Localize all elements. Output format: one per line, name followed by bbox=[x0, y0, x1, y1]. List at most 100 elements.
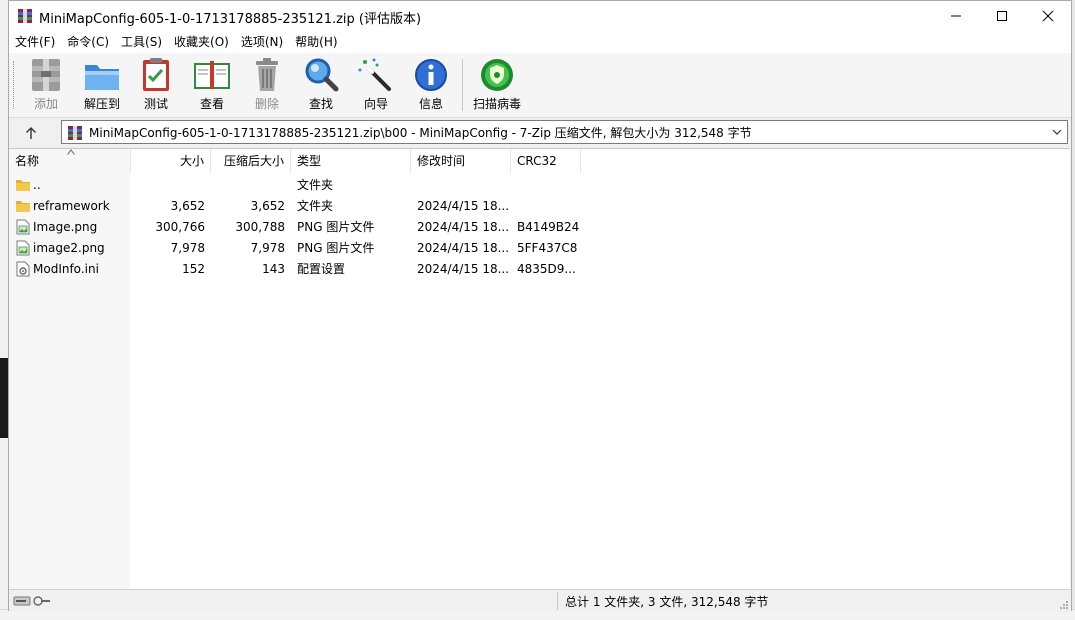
winrar-window: MiniMapConfig-605-1-0-1713178885-235121.… bbox=[8, 0, 1072, 612]
file-type: 文件夹 bbox=[297, 199, 334, 213]
file-crc: 4835D9... bbox=[517, 262, 576, 276]
table-row[interactable]: ModInfo.ini 152 143 配置设置 2024/4/15 18...… bbox=[9, 259, 1070, 280]
column-header-packed[interactable]: 压缩后大小 bbox=[211, 149, 291, 173]
delete-button[interactable]: 删除 bbox=[247, 56, 287, 114]
virus-scan-label: 扫描病毒 bbox=[472, 97, 521, 111]
column-header-modified[interactable]: 修改时间 bbox=[411, 149, 511, 173]
list-header: 名称 大小 压缩后大小 类型 修改时间 CRC32 bbox=[9, 149, 1070, 173]
table-row[interactable]: Image.png 300,766 300,788 PNG 图片文件 2024/… bbox=[9, 217, 1070, 238]
column-header-size-label: 大小 bbox=[179, 154, 204, 168]
menu-bar: 文件(F) 命令(C) 工具(S) 收藏夹(O) 选项(N) 帮助(H) bbox=[9, 31, 1071, 53]
file-packed-size bbox=[211, 175, 285, 196]
menu-command[interactable]: 命令(C) bbox=[61, 31, 115, 53]
resize-grip-icon[interactable] bbox=[1057, 598, 1069, 610]
test-label: 测试 bbox=[143, 97, 168, 111]
image-file-icon bbox=[16, 240, 30, 256]
menu-file[interactable]: 文件(F) bbox=[9, 31, 61, 53]
table-row[interactable]: reframework 3,652 3,652 文件夹 2024/4/15 18… bbox=[9, 196, 1070, 217]
window-title: MiniMapConfig-605-1-0-1713178885-235121.… bbox=[39, 12, 422, 27]
column-header-crc-label: CRC32 bbox=[517, 154, 557, 168]
extract-folder-icon bbox=[85, 65, 119, 90]
column-header-type-label: 类型 bbox=[297, 154, 322, 168]
status-divider bbox=[557, 592, 558, 610]
file-packed-size: 7,978 bbox=[250, 241, 285, 255]
file-type: 配置设置 bbox=[297, 262, 346, 276]
column-header-packed-label: 压缩后大小 bbox=[223, 154, 284, 168]
file-type: PNG 图片文件 bbox=[297, 241, 375, 255]
extract-to-button[interactable]: 解压到 bbox=[81, 56, 123, 114]
add-button[interactable]: 添加 bbox=[26, 56, 66, 114]
view-button[interactable]: 查看 bbox=[190, 56, 234, 114]
trash-icon bbox=[256, 58, 278, 91]
winrar-app-icon bbox=[18, 9, 32, 23]
sort-ascending-icon bbox=[67, 149, 75, 155]
close-button[interactable] bbox=[1025, 1, 1071, 31]
delete-label: 删除 bbox=[254, 97, 279, 111]
column-header-name-label: 名称 bbox=[15, 154, 40, 168]
file-size: 152 bbox=[182, 262, 205, 276]
file-size: 300,766 bbox=[155, 220, 205, 234]
view-book-icon bbox=[194, 61, 230, 89]
file-size: 3,652 bbox=[170, 199, 205, 213]
table-row[interactable]: image2.png 7,978 7,978 PNG 图片文件 2024/4/1… bbox=[9, 238, 1070, 259]
minimize-button[interactable] bbox=[933, 1, 979, 31]
test-clipboard-icon bbox=[143, 58, 169, 91]
archive-icon bbox=[68, 126, 82, 140]
address-bar: MiniMapConfig-605-1-0-1713178885-235121.… bbox=[9, 118, 1071, 147]
up-level-button[interactable] bbox=[19, 122, 43, 144]
extract-to-label: 解压到 bbox=[83, 97, 120, 111]
info-button[interactable]: 信息 bbox=[411, 56, 451, 114]
file-crc: B4149B24 bbox=[517, 220, 580, 234]
column-header-crc[interactable]: CRC32 bbox=[511, 149, 581, 173]
find-label: 查找 bbox=[308, 97, 333, 111]
column-header-type[interactable]: 类型 bbox=[291, 149, 411, 173]
virus-scan-button[interactable]: 扫描病毒 bbox=[469, 56, 525, 114]
ini-file-icon bbox=[16, 261, 30, 277]
toolbar-grip[interactable] bbox=[13, 61, 17, 109]
file-packed-size: 300,788 bbox=[235, 220, 285, 234]
column-header-size[interactable]: 大小 bbox=[131, 149, 211, 173]
menu-tools[interactable]: 工具(S) bbox=[115, 31, 168, 53]
column-header-modified-label: 修改时间 bbox=[417, 154, 466, 168]
file-modified: 2024/4/15 18... bbox=[417, 241, 510, 255]
file-crc: 5FF437C8 bbox=[517, 241, 578, 255]
folder-icon bbox=[16, 201, 30, 212]
test-button[interactable]: 测试 bbox=[136, 56, 176, 114]
status-bar: 总计 1 文件夹, 3 文件, 312,548 字节 bbox=[9, 589, 1071, 612]
menu-options[interactable]: 选项(N) bbox=[235, 31, 289, 53]
view-label: 查看 bbox=[199, 97, 224, 111]
file-type: PNG 图片文件 bbox=[297, 220, 375, 234]
menu-help[interactable]: 帮助(H) bbox=[289, 31, 343, 53]
file-modified: 2024/4/15 18... bbox=[417, 220, 510, 234]
close-icon bbox=[1042, 10, 1054, 22]
title-bar[interactable]: MiniMapConfig-605-1-0-1713178885-235121.… bbox=[9, 1, 1071, 31]
file-list[interactable]: 名称 大小 压缩后大小 类型 修改时间 CRC32 .. 文件夹 reframe… bbox=[9, 148, 1070, 589]
file-type: 文件夹 bbox=[297, 178, 334, 192]
table-row[interactable]: .. 文件夹 bbox=[9, 175, 1070, 196]
info-icon bbox=[415, 59, 447, 91]
magnifier-icon bbox=[305, 58, 339, 92]
chevron-down-icon[interactable] bbox=[1051, 126, 1063, 138]
info-label: 信息 bbox=[418, 97, 443, 111]
file-name: .. bbox=[33, 178, 41, 192]
archive-path-text: MiniMapConfig-605-1-0-1713178885-235121.… bbox=[89, 126, 752, 140]
archive-path-field[interactable]: MiniMapConfig-605-1-0-1713178885-235121.… bbox=[61, 120, 1068, 144]
wizard-label: 向导 bbox=[363, 97, 388, 111]
virus-scan-icon bbox=[481, 59, 513, 91]
file-name: Image.png bbox=[33, 220, 98, 234]
folder-icon bbox=[16, 180, 30, 191]
arrow-up-icon bbox=[26, 127, 36, 139]
add-label: 添加 bbox=[33, 97, 58, 111]
file-packed-size: 143 bbox=[262, 262, 285, 276]
toolbar-separator bbox=[462, 59, 463, 111]
toolbar: 添加 解压到 测试 查看 删除 查找 向导 信息 扫描病毒 bbox=[9, 53, 1071, 118]
file-name: ModInfo.ini bbox=[33, 262, 99, 276]
file-name: image2.png bbox=[33, 241, 105, 255]
minimize-icon bbox=[951, 15, 961, 17]
file-modified: 2024/4/15 18... bbox=[417, 262, 510, 276]
menu-favorites[interactable]: 收藏夹(O) bbox=[168, 31, 235, 53]
wizard-button[interactable]: 向导 bbox=[356, 56, 396, 114]
maximize-button[interactable] bbox=[979, 1, 1025, 31]
find-button[interactable]: 查找 bbox=[301, 56, 341, 114]
wizard-wand-icon bbox=[358, 58, 391, 91]
